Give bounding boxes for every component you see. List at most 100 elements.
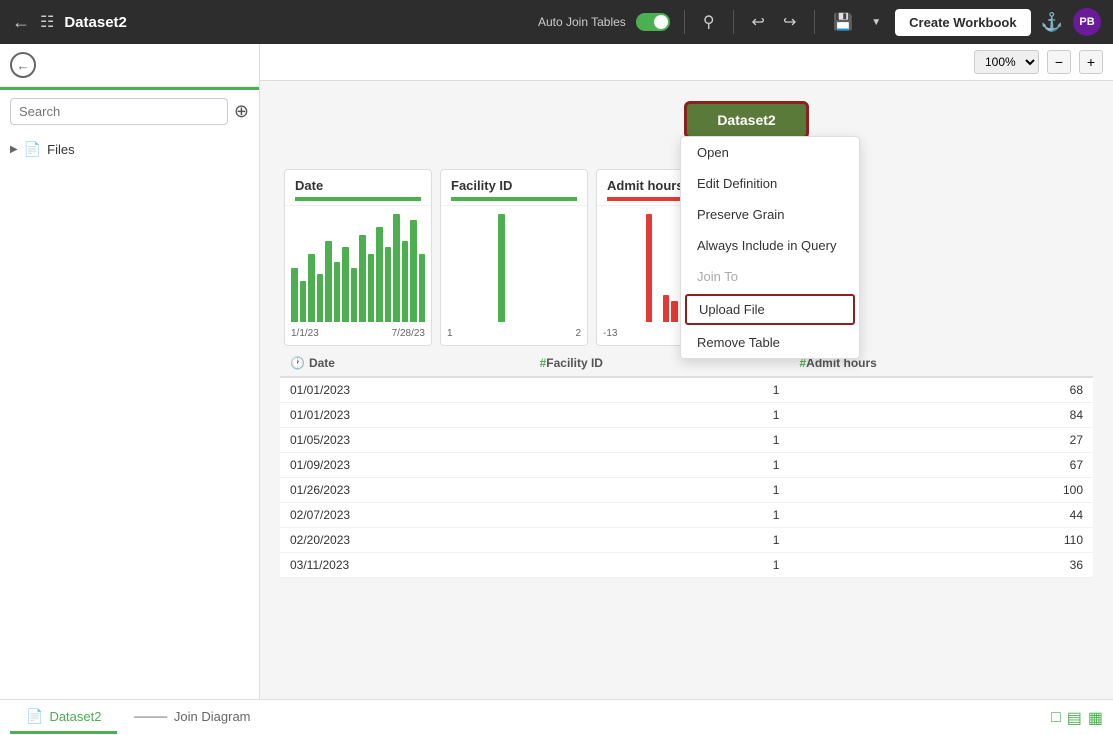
toggle-knob bbox=[654, 15, 668, 29]
filter-icon[interactable]: ⚲ bbox=[699, 8, 719, 36]
tree-arrow-icon: ▶ bbox=[10, 144, 18, 155]
create-workbook-button[interactable]: Create Workbook bbox=[895, 9, 1030, 36]
field-card-0[interactable]: Date 1/1/23 7/28/23 bbox=[284, 169, 432, 346]
data-table: 🕐Date#Facility ID#Admit hours01/01/20231… bbox=[280, 350, 1093, 578]
chart-bar bbox=[325, 241, 332, 322]
zoom-in-button[interactable]: + bbox=[1079, 50, 1103, 74]
chart-bar bbox=[393, 214, 400, 322]
autojoin-toggle[interactable] bbox=[636, 13, 670, 31]
avatar[interactable]: PB bbox=[1073, 8, 1101, 36]
chart-bar bbox=[317, 274, 324, 322]
ctx-edit-definition[interactable]: Edit Definition bbox=[681, 168, 859, 199]
card-max: 7/28/23 bbox=[392, 328, 425, 339]
card-min: 1 bbox=[447, 328, 453, 339]
card-min: -13 bbox=[603, 328, 617, 339]
save-dropdown-icon[interactable]: ▼ bbox=[867, 13, 885, 32]
separator3 bbox=[814, 10, 815, 34]
table-cell-r3-c0: 01/09/2023 bbox=[280, 453, 530, 478]
card-footer: 1 2 bbox=[441, 326, 587, 345]
tab-dataset2[interactable]: 📄Dataset2 bbox=[10, 702, 117, 734]
dataset-icon: ☷ bbox=[40, 12, 54, 32]
chart-bar bbox=[385, 247, 392, 322]
chart-bar bbox=[368, 254, 375, 322]
chart-bar bbox=[663, 295, 670, 322]
tab-label: Join Diagram bbox=[174, 709, 251, 724]
search-input[interactable] bbox=[10, 98, 228, 125]
table-cell-r1-c0: 01/01/2023 bbox=[280, 403, 530, 428]
table-cell-r2-c1: 1 bbox=[530, 428, 790, 453]
table-cell-r6-c0: 02/20/2023 bbox=[280, 528, 530, 553]
card-chart bbox=[441, 206, 587, 326]
card-title: Date bbox=[295, 178, 421, 193]
table-cell-r7-c1: 1 bbox=[530, 553, 790, 578]
bottom-tabs: 📄Dataset2⸻Join Diagram □ ▤ ▦ bbox=[0, 699, 1113, 735]
table-row: 01/09/2023167 bbox=[280, 453, 1093, 478]
chart-bar bbox=[291, 268, 298, 322]
context-menu: Open Edit Definition Preserve Grain Alwa… bbox=[680, 136, 860, 359]
sidebar-tree: ▶ 📄 Files bbox=[0, 133, 259, 166]
card-color-bar bbox=[451, 197, 577, 201]
save-icon[interactable]: 💾 bbox=[829, 8, 857, 36]
zoom-select[interactable]: 100% bbox=[974, 50, 1039, 74]
files-icon: 📄 bbox=[24, 141, 41, 158]
zoom-out-button[interactable]: − bbox=[1047, 50, 1071, 74]
table-cell-r3-c2: 67 bbox=[789, 453, 1093, 478]
table-row: 02/07/2023144 bbox=[280, 503, 1093, 528]
table-row: 01/26/20231100 bbox=[280, 478, 1093, 503]
bottom-right-icons: □ ▤ ▦ bbox=[1051, 708, 1103, 728]
table-row: 01/01/2023184 bbox=[280, 403, 1093, 428]
card-footer: 1/1/23 7/28/23 bbox=[285, 326, 431, 345]
redo-icon[interactable]: ↪ bbox=[779, 8, 800, 36]
sidebar-item-files[interactable]: ▶ 📄 Files bbox=[10, 137, 249, 162]
card-color-bar bbox=[295, 197, 421, 201]
chart-bar bbox=[671, 301, 678, 322]
ctx-remove-table[interactable]: Remove Table bbox=[681, 327, 859, 358]
chart-bar bbox=[419, 254, 426, 322]
panel-icon-3[interactable]: ▦ bbox=[1088, 708, 1103, 728]
ctx-open[interactable]: Open bbox=[681, 137, 859, 168]
tab-join-diagram[interactable]: ⸻Join Diagram bbox=[117, 700, 266, 735]
topbar: ← ☷ Dataset2 Auto Join Tables ⚲ ↩ ↪ 💾 ▼ … bbox=[0, 0, 1113, 44]
dataset-tab-icon: 📄 bbox=[26, 708, 43, 725]
table-cell-r5-c2: 44 bbox=[789, 503, 1093, 528]
card-header: Facility ID bbox=[441, 170, 587, 206]
field-card-1[interactable]: Facility ID 1 2 bbox=[440, 169, 588, 346]
sidebar-back-button[interactable]: ← bbox=[10, 52, 36, 78]
table-cell-r4-c0: 01/26/2023 bbox=[280, 478, 530, 503]
panel-icon-1[interactable]: □ bbox=[1051, 709, 1061, 727]
bookmark-icon[interactable]: ⚓ bbox=[1041, 12, 1063, 33]
table-row: 02/20/20231110 bbox=[280, 528, 1093, 553]
sidebar: ← ⊕ ▶ 📄 Files bbox=[0, 44, 260, 699]
ctx-upload-file[interactable]: Upload File bbox=[685, 294, 855, 325]
chart-bar bbox=[646, 214, 653, 322]
content-area: 100% − + Dataset2 Open Edit Definition P… bbox=[260, 44, 1113, 699]
chart-bar bbox=[498, 214, 505, 322]
chart-bar bbox=[376, 227, 383, 322]
card-header: Date bbox=[285, 170, 431, 206]
table-row: 03/11/2023136 bbox=[280, 553, 1093, 578]
ctx-preserve-grain[interactable]: Preserve Grain bbox=[681, 199, 859, 230]
sidebar-top: ← bbox=[0, 44, 259, 87]
chart-bar bbox=[342, 247, 349, 322]
add-button[interactable]: ⊕ bbox=[234, 101, 249, 122]
files-label: Files bbox=[47, 142, 74, 157]
chart-bar bbox=[300, 281, 307, 322]
table-cell-r1-c1: 1 bbox=[530, 403, 790, 428]
ctx-join-to: Join To bbox=[681, 261, 859, 292]
separator2 bbox=[733, 10, 734, 34]
table-cell-r3-c1: 1 bbox=[530, 453, 790, 478]
ctx-always-include[interactable]: Always Include in Query bbox=[681, 230, 859, 261]
table-cell-r4-c2: 100 bbox=[789, 478, 1093, 503]
col-type-icon: 🕐 bbox=[290, 356, 305, 370]
separator bbox=[684, 10, 685, 34]
card-min: 1/1/23 bbox=[291, 328, 319, 339]
table-header-0: 🕐Date bbox=[280, 350, 530, 377]
undo-icon[interactable]: ↩ bbox=[748, 8, 769, 36]
dataset-box[interactable]: Dataset2 bbox=[684, 101, 808, 139]
table-cell-r6-c1: 1 bbox=[530, 528, 790, 553]
card-title: Facility ID bbox=[451, 178, 577, 193]
panel-icon-2[interactable]: ▤ bbox=[1067, 708, 1082, 728]
table-cell-r7-c0: 03/11/2023 bbox=[280, 553, 530, 578]
chart-bar bbox=[402, 241, 409, 322]
back-button[interactable]: ← bbox=[12, 12, 30, 33]
